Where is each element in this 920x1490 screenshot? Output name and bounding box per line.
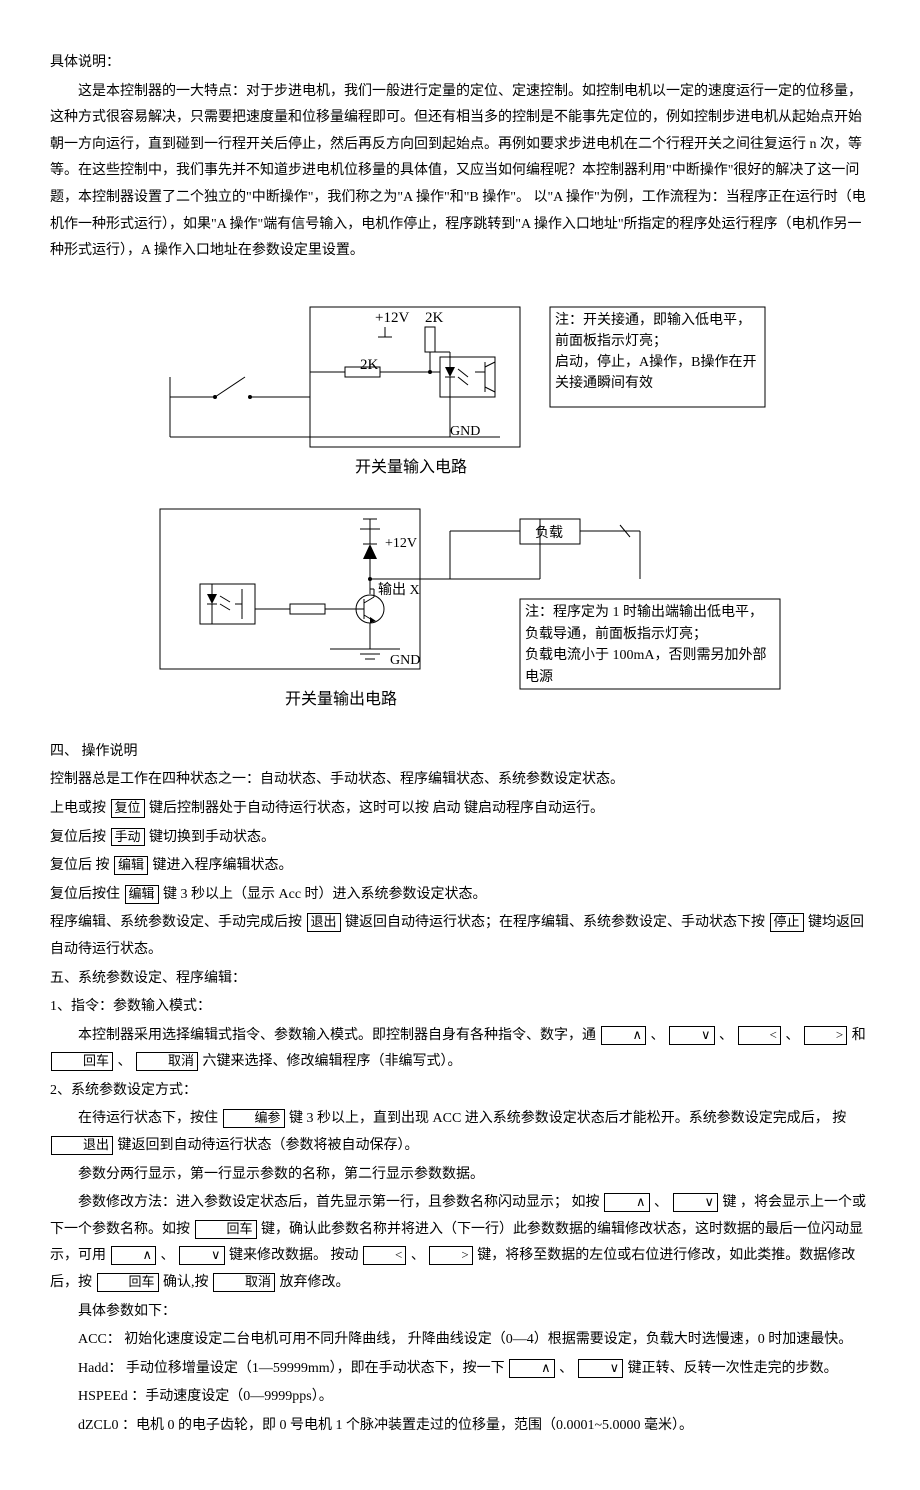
key-edit: 编辑 [114, 856, 148, 875]
key-down: ∨ [179, 1246, 225, 1265]
s4-line3: 复位后按 手动 键切换到手动状态。 [50, 825, 870, 852]
key-down: ∨ [673, 1193, 719, 1212]
s5-2-title: 2、系统参数设定方式： [50, 1078, 870, 1105]
key-exit: 退出 [51, 1136, 113, 1155]
key-manual: 手动 [111, 828, 145, 847]
s5-1-title: 1、指令：参数输入模式： [50, 994, 870, 1021]
section5-title: 五、系统参数设定、程序编辑： [50, 966, 870, 993]
diagram-input-circuit: +12V 2K 2K GND 注：开关接通，即输入低电平，前面板指示灯亮； 启动… [50, 277, 870, 477]
svg-text:输出 X: 输出 X [378, 582, 420, 598]
key-left: < [363, 1246, 406, 1265]
key-down: ∨ [578, 1359, 624, 1378]
svg-text:GND: GND [390, 653, 420, 668]
key-up: ∧ [111, 1246, 157, 1265]
key-up: ∧ [509, 1359, 555, 1378]
key-exit: 退出 [307, 913, 341, 932]
key-edit: 编辑 [125, 885, 159, 904]
svg-text:+12V: +12V [375, 310, 409, 326]
section4-title: 四、 操作说明 [50, 739, 870, 766]
s4-line1: 控制器总是工作在四种状态之一：自动状态、手动状态、程序编辑状态、系统参数设定状态… [50, 767, 870, 794]
key-down: ∨ [669, 1026, 715, 1045]
svg-text:2K: 2K [425, 310, 444, 326]
s4-line5: 复位后按住 编辑 键 3 秒以上（显示 Acc 时）进入系统参数设定状态。 [50, 882, 870, 909]
key-cancel: 取消 [213, 1273, 275, 1292]
s4-line2: 上电或按 复位 键后控制器处于自动待运行状态，这时可以按 启动 键启动程序自动运… [50, 796, 870, 823]
params-title: 具体参数如下： [50, 1299, 870, 1326]
svg-text:GND: GND [450, 424, 480, 439]
key-right: > [804, 1026, 847, 1045]
svg-text:2K: 2K [360, 357, 379, 373]
s5-1-body: 本控制器采用选择编辑式指令、参数输入模式。即控制器自身有各种指令、数字，通 ∧ … [50, 1023, 870, 1076]
svg-text:+12V: +12V [385, 536, 417, 551]
svg-text:开关量输入电路: 开关量输入电路 [355, 458, 467, 476]
key-editparam: 编参 [223, 1109, 285, 1128]
s5-2-p1: 在待运行状态下，按住 编参 键 3 秒以上，直到出现 ACC 进入系统参数设定状… [50, 1106, 870, 1159]
key-right: > [429, 1246, 472, 1265]
heading-detail: 具体说明： [50, 50, 870, 77]
key-cancel: 取消 [136, 1052, 198, 1071]
param-acc: ACC： 初始化速度设定二台电机可用不同升降曲线， 升降曲线设定（0—4）根据需… [50, 1327, 870, 1354]
key-stop: 停止 [770, 913, 804, 932]
s5-2-p2: 参数分两行显示，第一行显示参数的名称，第二行显示参数数据。 [50, 1162, 870, 1189]
key-up: ∧ [601, 1026, 647, 1045]
s4-line6: 程序编辑、系统参数设定、手动完成后按 退出 键返回自动待运行状态；在程序编辑、系… [50, 910, 870, 963]
key-left: < [738, 1026, 781, 1045]
param-hspeed: HSPEEd ：手动速度设定（0—9999pps）。 [50, 1384, 870, 1411]
key-enter: 回车 [51, 1052, 113, 1071]
s5-2-p3: 参数修改方法：进入参数设定状态后，首先显示第一行，且参数名称闪动显示； 如按 ∧… [50, 1190, 870, 1296]
key-reset: 复位 [111, 799, 145, 818]
key-enter: 回车 [195, 1220, 257, 1239]
intro-paragraph: 这是本控制器的一大特点：对于步进电机，我们一般进行定量的定位、定速控制。如控制电… [50, 79, 870, 265]
s4-line4: 复位后 按 编辑 键进入程序编辑状态。 [50, 853, 870, 880]
param-dzcl0: dZCL0 ：电机 0 的电子齿轮，即 0 号电机 1 个脉冲装置走过的位移量，… [50, 1413, 870, 1440]
svg-text:负载: 负载 [535, 525, 563, 541]
svg-text:开关量输出电路: 开关量输出电路 [285, 690, 397, 708]
param-hadd: Hadd： 手动位移增量设定（1—59999mm），即在手动状态下，按一下 ∧ … [50, 1356, 870, 1383]
key-up: ∧ [604, 1193, 650, 1212]
key-enter: 回车 [97, 1273, 159, 1292]
diagram-output-circuit: +12V 输出 X GND 负载 注：程序定为 1 时输出端输出低 [50, 489, 870, 719]
